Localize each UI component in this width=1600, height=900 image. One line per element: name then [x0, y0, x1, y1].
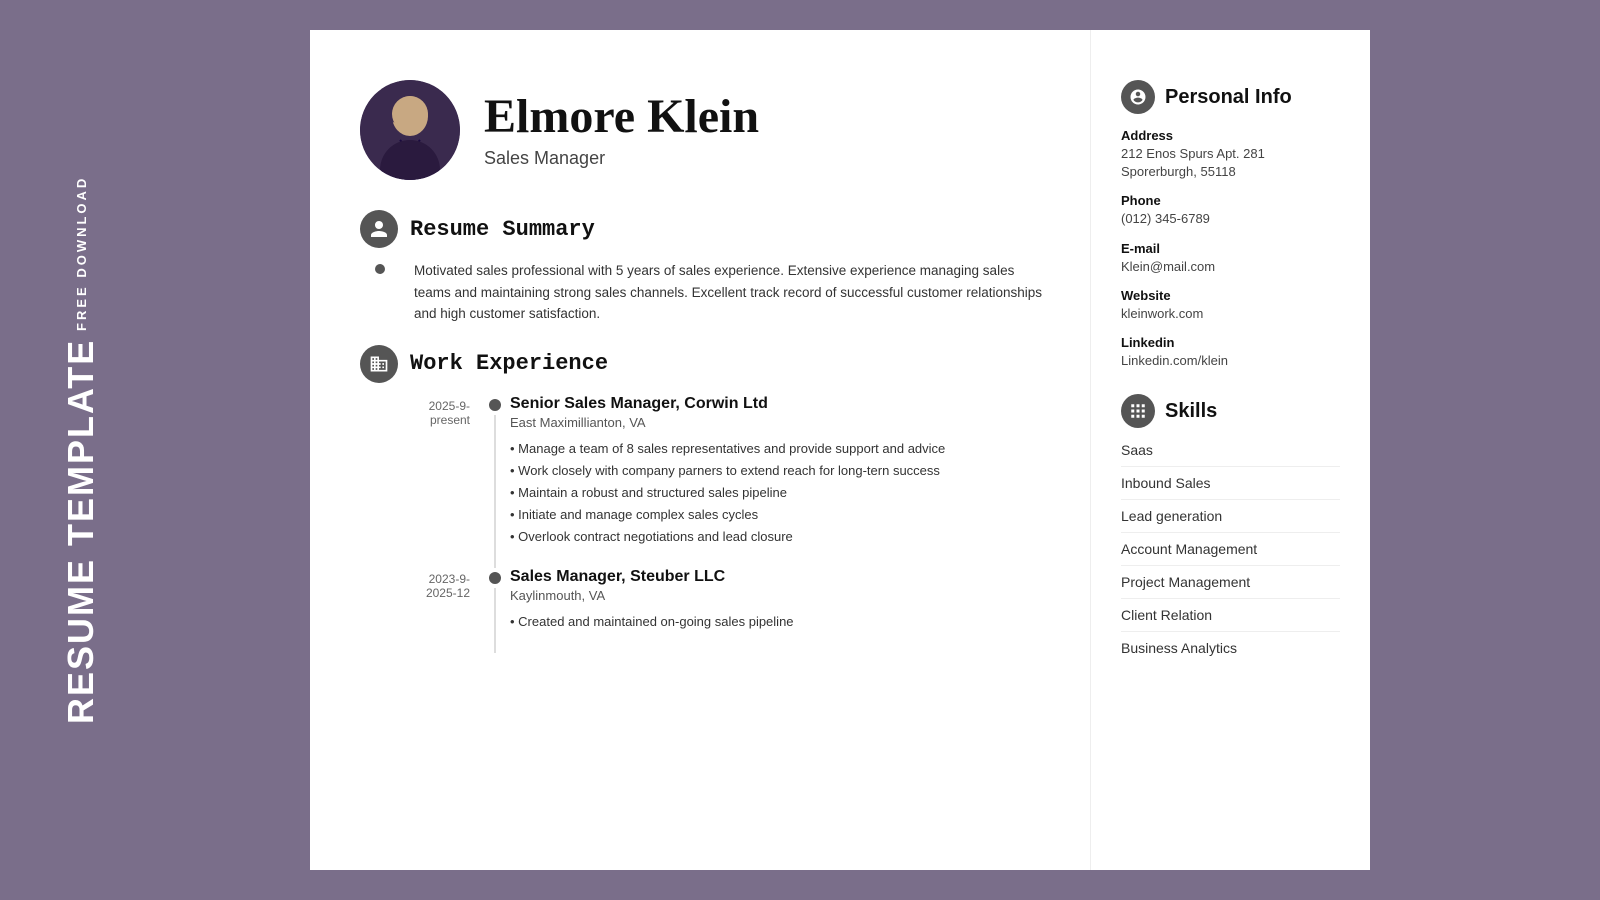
phone-item: Phone (012) 345-6789 [1121, 193, 1340, 228]
job-1-line [494, 415, 496, 568]
website-value: kleinwork.com [1121, 305, 1340, 323]
skill-1: Inbound Sales [1121, 475, 1340, 500]
email-item: E-mail Klein@mail.com [1121, 241, 1340, 276]
bullet-item: Initiate and manage complex sales cycles [510, 504, 1050, 526]
free-download-text: FREE DOWNLOAD [74, 176, 89, 331]
work-experience-section: Work Experience 2025-9- present Senior S… [360, 345, 1050, 654]
personal-info-header: Personal Info [1121, 80, 1340, 114]
job-2-title: Sales Manager, Steuber LLC [510, 568, 1050, 586]
linkedin-label: Linkedin [1121, 335, 1340, 350]
skill-3: Account Management [1121, 541, 1340, 566]
sidebar-label: FREE DOWNLOAD RESUME TEMPLATE [60, 176, 102, 725]
skills-icon [1121, 394, 1155, 428]
job-title: Sales Manager [484, 148, 759, 169]
website-item: Website kleinwork.com [1121, 288, 1340, 323]
job-2-dot [489, 572, 501, 584]
work-experience-header: Work Experience [360, 345, 1050, 383]
job-1-title: Senior Sales Manager, Corwin Ltd [510, 395, 1050, 413]
person-name: Elmore Klein [484, 91, 759, 144]
personal-info-title: Personal Info [1165, 86, 1292, 109]
resume-sidebar: Personal Info Address 212 Enos Spurs Apt… [1090, 30, 1370, 870]
work-experience-title: Work Experience [410, 351, 608, 376]
email-label: E-mail [1121, 241, 1340, 256]
job-2-line [494, 588, 496, 653]
summary-content: Motivated sales professional with 5 year… [370, 260, 1050, 325]
job-2: 2023-9- 2025-12 Sales Manager, Steuber L… [360, 568, 1050, 653]
work-icon [360, 345, 398, 383]
linkedin-item: Linkedin Linkedin.com/klein [1121, 335, 1340, 370]
skills-section: Skills Saas Inbound Sales Lead generatio… [1121, 394, 1340, 664]
summary-header: Resume Summary [360, 210, 1050, 248]
job-2-location: Kaylinmouth, VA [510, 588, 1050, 603]
job-1-bullets: Manage a team of 8 sales representatives… [510, 438, 1050, 548]
skill-6: Business Analytics [1121, 640, 1340, 664]
bullet-item: Work closely with company parners to ext… [510, 460, 1050, 482]
address-item: Address 212 Enos Spurs Apt. 281 Sporerbu… [1121, 128, 1340, 181]
resume-main: Elmore Klein Sales Manager Resume Summar… [310, 30, 1090, 870]
summary-text: Motivated sales professional with 5 year… [400, 260, 1050, 325]
job-1-date: 2025-9- present [429, 395, 480, 427]
phone-value: (012) 345-6789 [1121, 210, 1340, 228]
website-label: Website [1121, 288, 1340, 303]
job-1-timeline [480, 395, 510, 568]
resume-card: Elmore Klein Sales Manager Resume Summar… [310, 30, 1370, 870]
personal-info-section: Personal Info Address 212 Enos Spurs Apt… [1121, 80, 1340, 370]
job-2-timeline [480, 568, 510, 653]
job-2-bullets: Created and maintained on-going sales pi… [510, 611, 1050, 633]
job-1-dot [489, 399, 501, 411]
job-1-location: East Maximillianton, VA [510, 415, 1050, 430]
summary-dot-col [370, 260, 390, 325]
phone-label: Phone [1121, 193, 1340, 208]
skills-header: Skills [1121, 394, 1340, 428]
email-value: Klein@mail.com [1121, 258, 1340, 276]
person-icon [369, 219, 389, 239]
bullet-item: Maintain a robust and structured sales p… [510, 482, 1050, 504]
job-1-date-col: 2025-9- present [360, 395, 480, 568]
skills-title: Skills [1165, 400, 1217, 423]
avatar-svg [360, 80, 460, 180]
name-title: Elmore Klein Sales Manager [484, 91, 759, 169]
job-1: 2025-9- present Senior Sales Manager, Co… [360, 395, 1050, 568]
avatar [360, 80, 460, 180]
skill-2: Lead generation [1121, 508, 1340, 533]
bullet-item: Overlook contract negotiations and lead … [510, 526, 1050, 548]
personal-info-icon [1121, 80, 1155, 114]
job-2-date: 2023-9- 2025-12 [426, 568, 480, 600]
linkedin-value: Linkedin.com/klein [1121, 352, 1340, 370]
summary-title: Resume Summary [410, 217, 595, 242]
skill-4: Project Management [1121, 574, 1340, 599]
skill-0: Saas [1121, 442, 1340, 467]
avatar-image [360, 80, 460, 180]
bullet-item: Created and maintained on-going sales pi… [510, 611, 1050, 633]
summary-icon [360, 210, 398, 248]
user-circle-icon [1129, 88, 1147, 106]
address-label: Address [1121, 128, 1340, 143]
bullet-item: Manage a team of 8 sales representatives… [510, 438, 1050, 460]
job-2-date-col: 2023-9- 2025-12 [360, 568, 480, 653]
resume-header: Elmore Klein Sales Manager [360, 80, 1050, 180]
building-icon [369, 354, 389, 374]
skill-5: Client Relation [1121, 607, 1340, 632]
summary-section: Resume Summary Motivated sales professio… [360, 210, 1050, 325]
job-1-content: Senior Sales Manager, Corwin Ltd East Ma… [510, 395, 1050, 568]
grid-icon [1129, 402, 1147, 420]
address-value: 212 Enos Spurs Apt. 281 Sporerburgh, 551… [1121, 145, 1340, 181]
job-2-content: Sales Manager, Steuber LLC Kaylinmouth, … [510, 568, 1050, 653]
summary-dot [375, 264, 385, 274]
resume-template-text: RESUME TEMPLATE [60, 339, 102, 724]
